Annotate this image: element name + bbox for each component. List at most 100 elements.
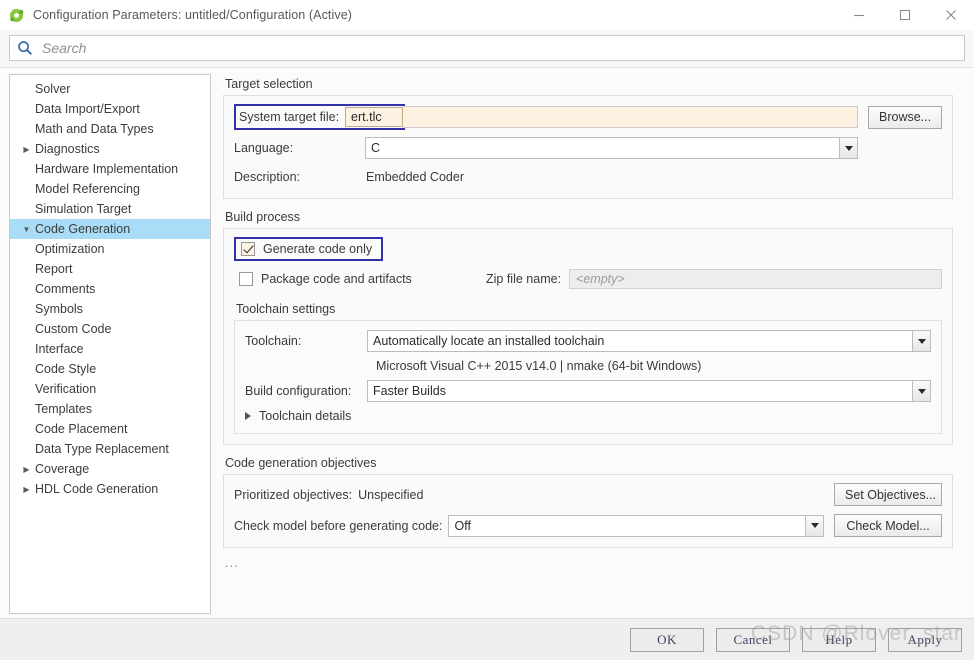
title-bar: Configuration Parameters: untitled/Confi…	[0, 0, 974, 30]
chevron-down-icon[interactable]	[839, 137, 858, 159]
browse-button[interactable]: Browse...	[868, 105, 942, 129]
close-icon[interactable]	[928, 0, 974, 30]
sidebar-item-label: HDL Code Generation	[35, 482, 159, 496]
sidebar-item-verification[interactable]: Verification	[10, 379, 210, 399]
sidebar-item-label: Hardware Implementation	[35, 162, 179, 176]
build-configuration-select[interactable]: Faster Builds	[367, 380, 931, 402]
zip-file-name-label: Zip file name:	[486, 272, 562, 286]
maximize-icon[interactable]	[882, 0, 928, 30]
check-model-select[interactable]: Off	[448, 514, 824, 537]
toolchain-select[interactable]: Automatically locate an installed toolch…	[367, 330, 931, 352]
sidebar-item-hardware-implementation[interactable]: ▶ Hardware Implementation	[10, 159, 210, 179]
chevron-right-icon[interactable]: ▶	[20, 145, 33, 154]
language-label: Language:	[234, 141, 294, 155]
package-code-checkbox-wrap[interactable]: Package code and artifacts	[234, 272, 486, 286]
check-model-button[interactable]: Check Model...	[834, 514, 942, 537]
sidebar-item-solver[interactable]: ▶ Solver	[10, 79, 210, 99]
chevron-down-icon[interactable]	[912, 330, 931, 352]
sidebar-item-label: Data Type Replacement	[35, 442, 169, 456]
system-target-file-label: System target file:	[239, 110, 340, 124]
sidebar-item-symbols[interactable]: Symbols	[10, 299, 210, 319]
search-bar	[0, 30, 974, 68]
system-target-file-input[interactable]: ert.tlc	[345, 107, 404, 127]
sidebar-item-optimization[interactable]: Optimization	[10, 239, 210, 259]
chevron-down-icon[interactable]: ▼	[20, 225, 33, 234]
system-target-file-field-remainder[interactable]	[403, 106, 858, 128]
sidebar-item-label: Coverage	[35, 462, 90, 476]
check-model-row: Check model before generating code: Off …	[234, 514, 942, 537]
help-button[interactable]: Help	[802, 627, 876, 652]
sidebar-item-label: Data Import/Export	[35, 102, 140, 116]
sidebar-item-custom-code[interactable]: Custom Code	[10, 319, 210, 339]
sidebar-item-label: Templates	[35, 402, 92, 416]
sidebar-item-data-import-export[interactable]: ▶ Data Import/Export	[10, 99, 210, 119]
build-process-group: Generate code only Package code and arti…	[223, 228, 953, 445]
sidebar-item-label: Model Referencing	[35, 182, 140, 196]
set-objectives-button[interactable]: Set Objectives...	[834, 483, 942, 506]
settings-panel: Target selection System target file: ert…	[223, 74, 965, 614]
toolchain-value[interactable]: Automatically locate an installed toolch…	[367, 330, 912, 352]
sidebar-item-coverage[interactable]: ▶ Coverage	[10, 459, 210, 479]
prioritized-objectives-value: Unspecified	[358, 487, 424, 502]
minimize-icon[interactable]	[836, 0, 882, 30]
chevron-right-icon[interactable]: ▶	[20, 485, 33, 494]
sidebar-item-label: Custom Code	[35, 322, 112, 336]
sidebar-item-label: Interface	[35, 342, 84, 356]
sidebar-item-comments[interactable]: Comments	[10, 279, 210, 299]
toolchain-settings-title: Toolchain settings	[236, 302, 336, 316]
system-target-file-row: System target file: ert.tlc Browse...	[234, 104, 942, 130]
build-configuration-row: Build configuration: Faster Builds	[245, 380, 931, 402]
sidebar-item-data-type-replacement[interactable]: Data Type Replacement	[10, 439, 210, 459]
sidebar-item-math-and-data-types[interactable]: ▶ Math and Data Types	[10, 119, 210, 139]
package-code-row: Package code and artifacts Zip file name…	[234, 268, 942, 290]
sidebar-item-label: Diagnostics	[35, 142, 100, 156]
toolchain-details-expander[interactable]: Toolchain details	[245, 409, 931, 423]
window-title: Configuration Parameters: untitled/Confi…	[33, 8, 353, 22]
sidebar-item-interface[interactable]: Interface	[10, 339, 210, 359]
sidebar-item-report[interactable]: Report	[10, 259, 210, 279]
sidebar-item-templates[interactable]: Templates	[10, 399, 210, 419]
zip-file-name-input[interactable]: <empty>	[569, 269, 942, 289]
configuration-parameters-window: Configuration Parameters: untitled/Confi…	[0, 0, 974, 660]
search-box[interactable]	[9, 35, 965, 61]
check-model-label: Check model before generating code:	[234, 518, 443, 533]
sidebar-item-label: Report	[35, 262, 73, 276]
code-generation-objectives-group: Prioritized objectives: Unspecified Set …	[223, 474, 953, 548]
ok-button[interactable]: OK	[630, 627, 704, 652]
check-model-value[interactable]: Off	[448, 514, 805, 537]
package-code-checkbox[interactable]	[239, 272, 253, 286]
sidebar-item-hdl-code-generation[interactable]: ▶ HDL Code Generation	[10, 479, 210, 499]
sidebar-item-code-generation[interactable]: ▼ Code Generation	[10, 219, 210, 239]
window-controls	[836, 0, 974, 30]
toolchain-settings-group: Toolchain: Automatically locate an insta…	[234, 320, 942, 434]
toolchain-details-label: Toolchain details	[259, 409, 352, 423]
sidebar-item-diagnostics[interactable]: ▶ Diagnostics	[10, 139, 210, 159]
sidebar-item-label: Code Generation	[35, 222, 131, 236]
language-value[interactable]: C	[365, 137, 839, 159]
generate-code-only-row: Generate code only	[234, 237, 942, 261]
sidebar-item-label: Verification	[35, 382, 97, 396]
build-configuration-value[interactable]: Faster Builds	[367, 380, 912, 402]
sidebar-item-code-style[interactable]: Code Style	[10, 359, 210, 379]
chevron-down-icon[interactable]	[912, 380, 931, 402]
sidebar-item-code-placement[interactable]: Code Placement	[10, 419, 210, 439]
cancel-button[interactable]: Cancel	[716, 627, 790, 652]
language-select[interactable]: C	[365, 137, 858, 159]
prioritized-objectives-label: Prioritized objectives:	[234, 487, 353, 502]
chevron-right-icon[interactable]: ▶	[20, 465, 33, 474]
sidebar-item-model-referencing[interactable]: ▶ Model Referencing	[10, 179, 210, 199]
sidebar-item-label: Simulation Target	[35, 202, 132, 216]
sidebar-item-label: Optimization	[35, 242, 105, 256]
chevron-down-icon[interactable]	[805, 514, 824, 537]
generate-code-only-checkbox[interactable]	[241, 242, 255, 256]
simulink-icon	[8, 7, 25, 24]
search-input[interactable]	[40, 39, 957, 57]
dialog-footer: OK Cancel Help Apply CSDN @Rlover_star	[0, 618, 974, 660]
overflow-indicator: ...	[225, 555, 239, 570]
code-generation-objectives-title: Code generation objectives	[225, 456, 377, 470]
apply-button[interactable]: Apply	[888, 627, 962, 652]
search-icon	[17, 40, 33, 56]
sidebar-item-simulation-target[interactable]: ▶ Simulation Target	[10, 199, 210, 219]
settings-tree[interactable]: ▶ Solver ▶ Data Import/Export ▶ Math and…	[9, 74, 211, 614]
generate-code-only-highlight: Generate code only	[234, 237, 384, 261]
